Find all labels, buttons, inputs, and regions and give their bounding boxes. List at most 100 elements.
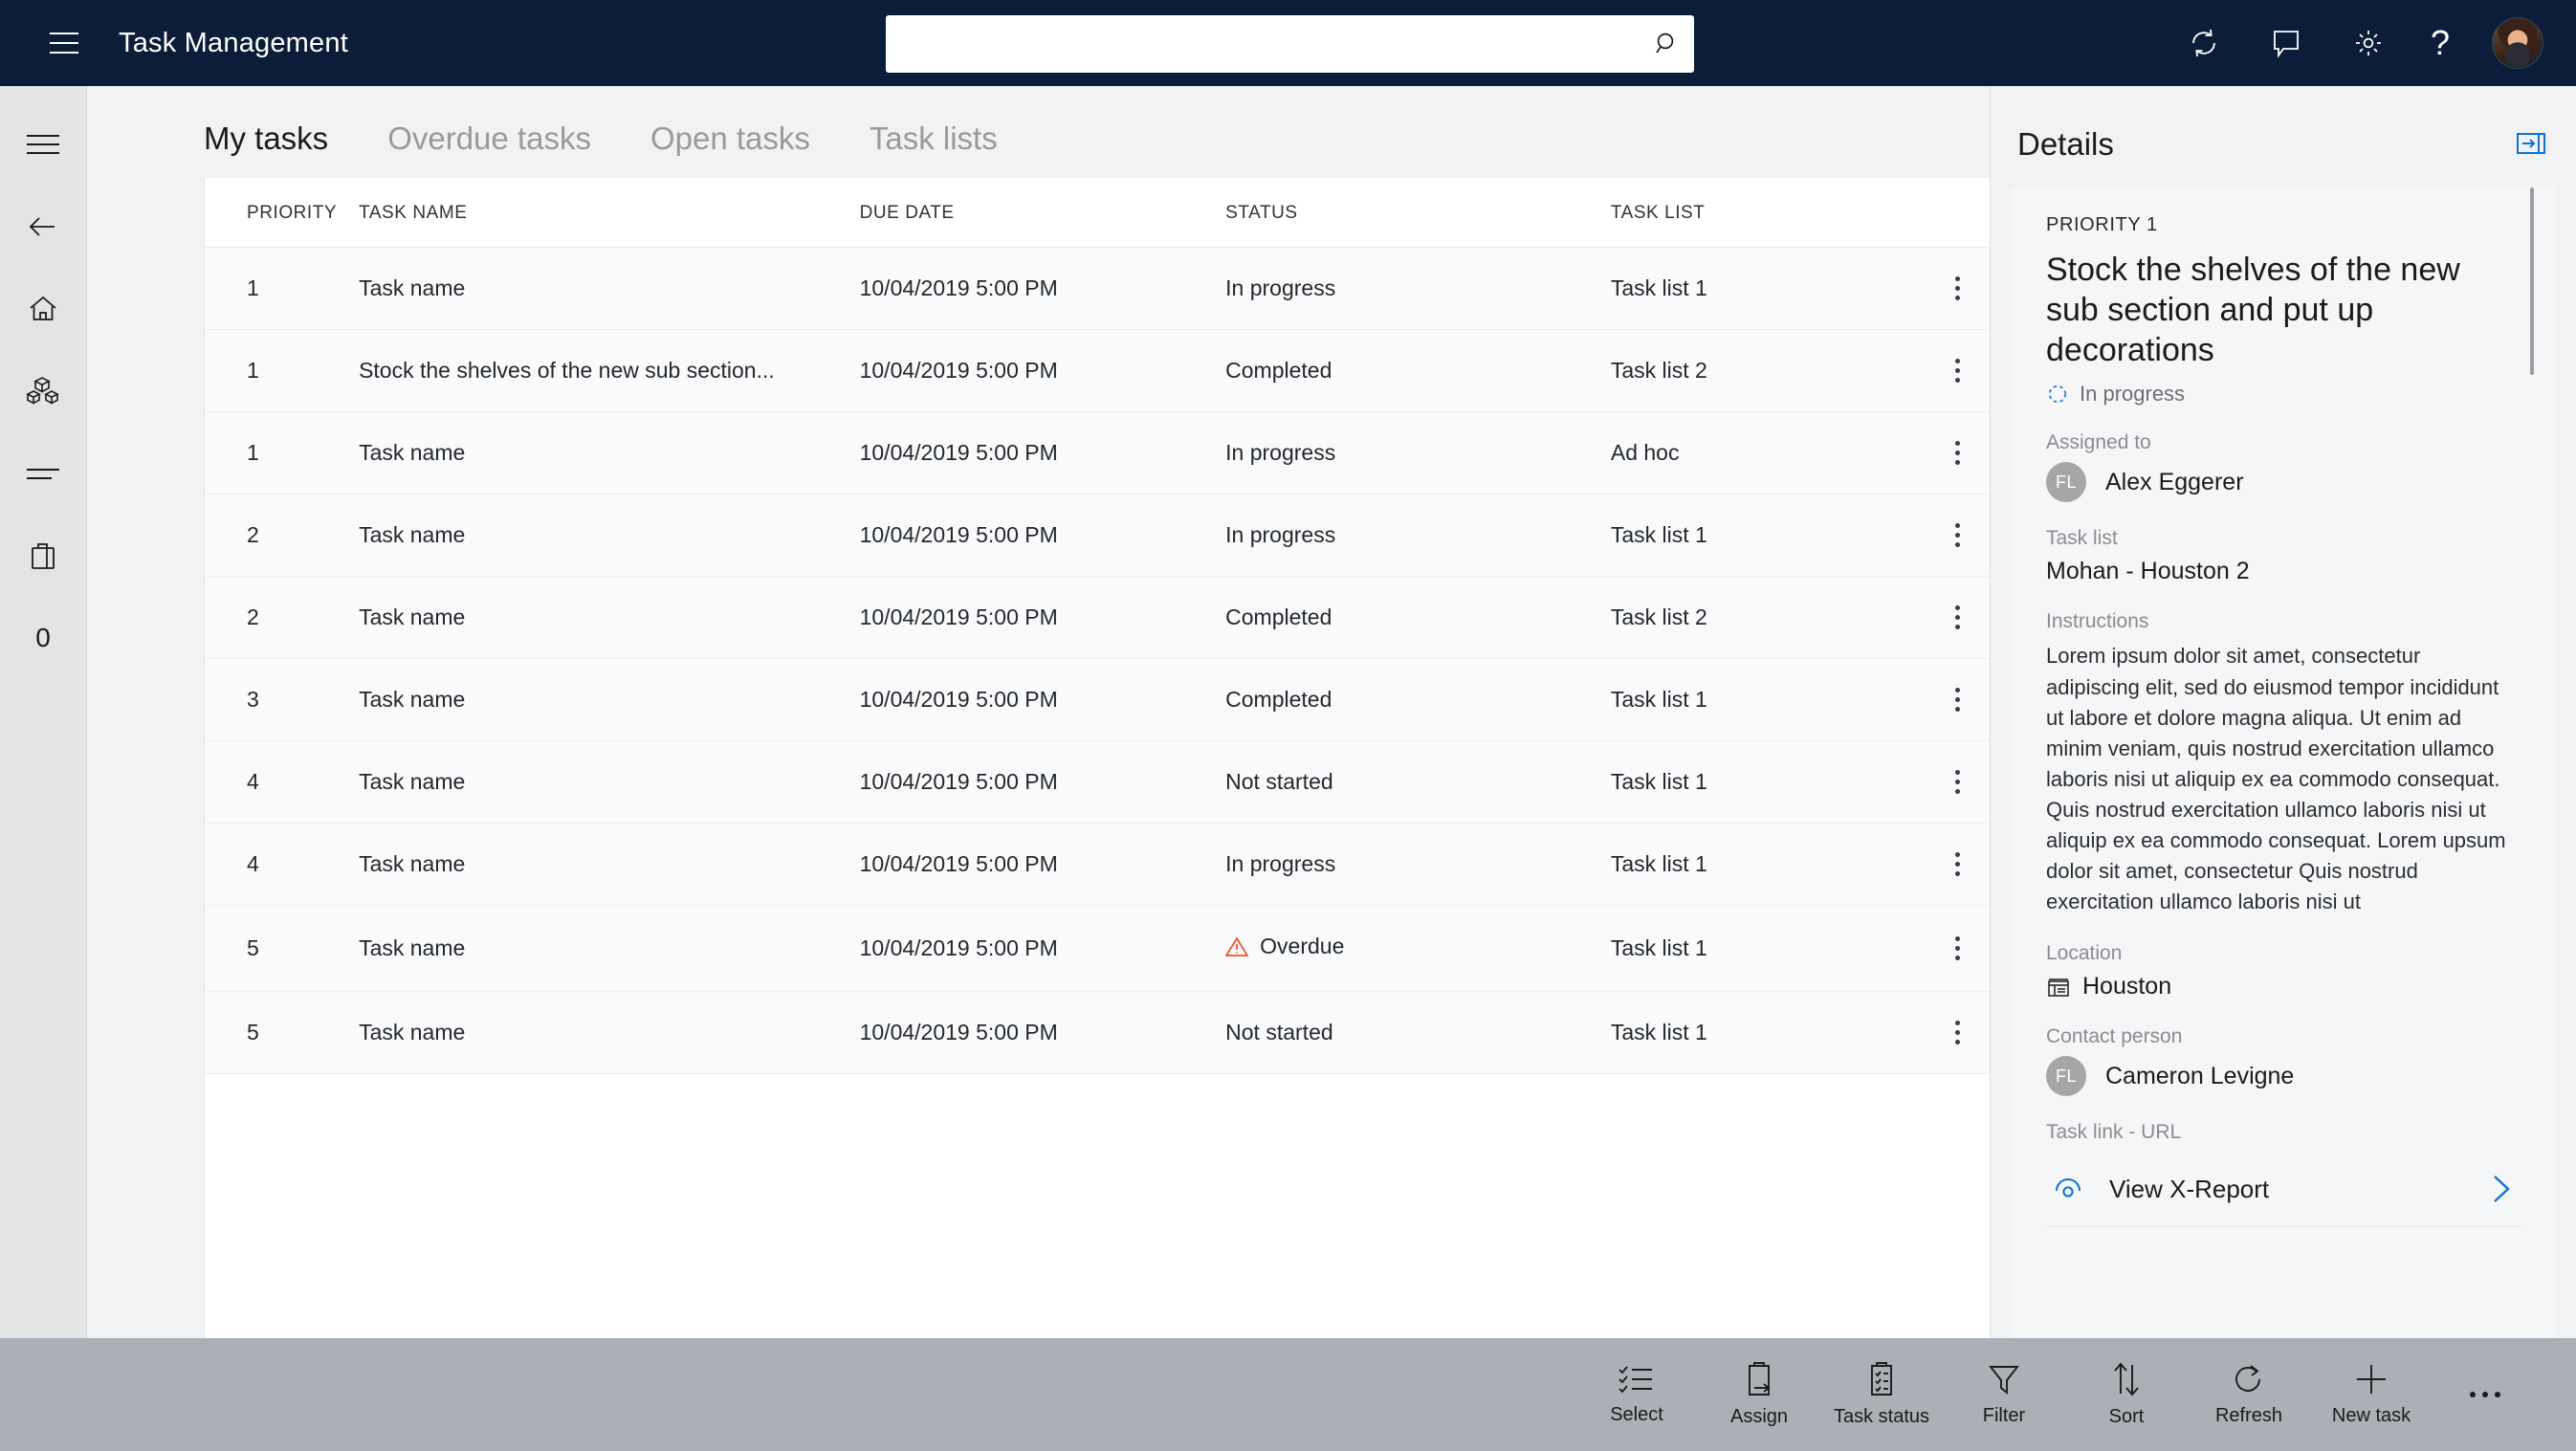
expand-panel-icon[interactable] [2517,132,2545,157]
assign-button[interactable]: Assign [1698,1361,1820,1428]
search-box[interactable] [886,15,1694,73]
sidebar-item-counter[interactable]: 0 [0,597,86,679]
cell-status: Not started [1225,740,1611,824]
row-menu-icon[interactable] [1938,1020,1976,1044]
row-menu-icon[interactable] [1938,770,1976,794]
sidebar-item-menu[interactable] [0,103,86,186]
table-row[interactable]: 4 Task name 10/04/2019 5:00 PM Not started T… [205,740,2054,824]
body-region: 0 My tasks Overdue tasks Open tasks Task… [0,86,2576,1338]
cell-status: Completed [1225,576,1611,659]
tab-task-lists[interactable]: Task lists [870,121,998,157]
column-header-status[interactable]: STATUS [1225,178,1611,248]
cell-priority: 5 [205,991,360,1074]
cell-due-date: 10/04/2019 5:00 PM [859,329,1226,412]
cell-task-name[interactable]: Task name [359,411,860,495]
sidebar-item-list[interactable] [0,432,86,515]
table-row[interactable]: 4 Task name 10/04/2019 5:00 PM In progress T… [205,823,2054,906]
cell-task-name[interactable]: Task name [359,823,860,906]
search-icon[interactable] [1640,30,1694,58]
column-header-task-list[interactable]: TASK LIST [1610,178,1939,248]
tab-my-tasks[interactable]: My tasks [204,121,328,157]
list-icon [27,468,59,479]
cell-due-date: 10/04/2019 5:00 PM [859,411,1226,495]
select-icon [1618,1366,1652,1394]
cell-task-name[interactable]: Stock the shelves of the new sub section… [359,329,860,412]
row-menu-icon[interactable] [1938,359,1976,383]
filter-button[interactable]: Filter [1943,1362,2065,1427]
location-value: Houston [2082,973,2172,1000]
task-status-button[interactable]: Task status [1820,1361,1943,1428]
sort-label: Sort [2108,1406,2145,1427]
cell-task-list: Task list 1 [1610,905,1939,992]
cell-task-list: Task list 1 [1610,247,1939,330]
details-panel: Details PRIORITY 1 Stock the shelves of … [1990,86,2576,1338]
cell-task-name[interactable]: Task name [359,247,860,330]
column-header-due-date[interactable]: DUE DATE [859,178,1226,248]
cell-task-list: Task list 1 [1610,991,1939,1074]
instructions-scrollbar[interactable] [2530,187,2534,375]
cell-priority: 4 [205,823,360,906]
settings-gear-icon[interactable] [2348,23,2389,63]
status-text: In progress [1225,851,1336,876]
row-menu-icon[interactable] [1938,852,1976,876]
more-options-icon[interactable] [2433,1392,2538,1397]
task-link-row[interactable]: View X-Report [2046,1152,2521,1228]
refresh-button[interactable]: Refresh [2188,1362,2310,1427]
tab-open-tasks[interactable]: Open tasks [650,121,810,157]
table-row[interactable]: 1 Task name 10/04/2019 5:00 PM In progress A… [205,411,2054,495]
table-row[interactable]: 1 Stock the shelves of the new sub sectio… [205,329,2054,412]
search-input[interactable] [886,15,1640,73]
row-menu-icon[interactable] [1938,935,1976,960]
cell-task-list: Task list 2 [1610,329,1939,412]
menu-icon[interactable] [38,17,90,69]
user-avatar[interactable] [2492,17,2543,69]
cell-task-name[interactable]: Task name [359,905,860,992]
chat-icon[interactable] [2266,23,2306,63]
sidebar-item-products[interactable] [0,350,86,432]
help-icon[interactable]: ? [2431,26,2450,60]
cell-task-name[interactable]: Task name [359,991,860,1074]
select-button[interactable]: Select [1575,1363,1698,1426]
detail-task-link: Task link - URL View X-Report [2046,1121,2521,1228]
cell-due-date: 10/04/2019 5:00 PM [859,494,1226,577]
detail-priority: PRIORITY 1 [2046,214,2158,235]
table-row[interactable]: 3 Task name 10/04/2019 5:00 PM Completed Tas… [205,658,2054,741]
sidebar-item-bag[interactable] [0,515,86,597]
sort-button[interactable]: Sort [2065,1361,2188,1428]
row-menu-icon[interactable] [1938,441,1976,465]
cell-task-list: Task list 1 [1610,823,1939,906]
sidebar-item-home[interactable] [0,268,86,350]
table-row[interactable]: 5 Task name 10/04/2019 5:00 PM Not started T… [205,991,2054,1074]
row-menu-icon[interactable] [1938,688,1976,712]
cell-task-name[interactable]: Task name [359,576,860,659]
sort-icon [2114,1362,2139,1396]
refresh-icon[interactable] [2184,23,2224,63]
cell-task-name[interactable]: Task name [359,658,860,741]
table-row[interactable]: 1 Task name 10/04/2019 5:00 PM In progress T… [205,247,2054,330]
cell-due-date: 10/04/2019 5:00 PM [859,823,1226,906]
table-row[interactable]: 2 Task name 10/04/2019 5:00 PM Completed Tas… [205,576,2054,659]
status-text: Completed [1225,687,1332,712]
cell-status: Completed [1225,658,1611,741]
sidebar-item-back[interactable] [0,186,86,268]
table-row[interactable]: 5 Task name 10/04/2019 5:00 PM Overdue Task … [205,905,2054,992]
row-menu-icon[interactable] [1938,276,1976,300]
filter-label: Filter [1982,1405,2026,1426]
row-menu-icon[interactable] [1938,523,1976,547]
cell-task-name[interactable]: Task name [359,494,860,577]
status-text: Overdue [1260,934,1345,958]
cell-task-name[interactable]: Task name [359,740,860,824]
column-header-task-name[interactable]: TASK NAME [359,178,860,248]
cell-priority: 2 [205,494,360,577]
new-task-button[interactable]: New task [2310,1362,2433,1427]
column-header-priority[interactable]: PRIORITY [205,178,360,248]
refresh-label: Refresh [2214,1405,2283,1426]
instructions-text: Lorem ipsum dolor sit amet, consectetur … [2046,644,2506,914]
tab-overdue-tasks[interactable]: Overdue tasks [387,121,591,157]
table-row[interactable]: 2 Task name 10/04/2019 5:00 PM In progress T… [205,494,2054,577]
cell-priority: 3 [205,658,360,741]
cell-priority: 1 [205,411,360,495]
row-menu-icon[interactable] [1938,605,1976,629]
cell-priority: 4 [205,740,360,824]
detail-status-text: In progress [2080,382,2186,407]
